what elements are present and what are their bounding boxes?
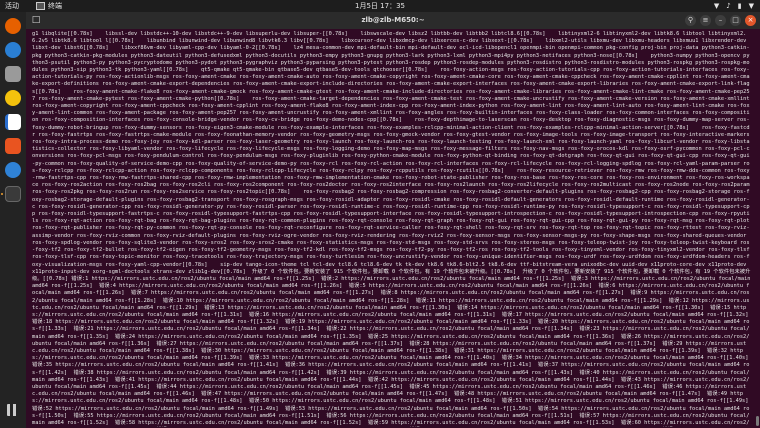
app-grid-icon[interactable] bbox=[7, 404, 19, 416]
software-icon[interactable] bbox=[5, 138, 21, 154]
power-icon: ▼ bbox=[748, 2, 754, 10]
top-bar: 活动 终端 1月5日 17：35 ▼ ♪ ▮ ▼ bbox=[0, 0, 760, 12]
thunderbird-icon[interactable] bbox=[5, 42, 21, 58]
minimize-icon[interactable]: – bbox=[715, 15, 726, 26]
dock bbox=[0, 12, 26, 428]
menu-icon[interactable]: ≡ bbox=[700, 15, 711, 26]
app-menu-label: 终端 bbox=[48, 2, 62, 10]
search-icon[interactable]: ⚲ bbox=[685, 15, 696, 26]
help-icon[interactable] bbox=[5, 162, 21, 178]
firefox-icon[interactable] bbox=[5, 18, 21, 34]
terminal-window: □ zlb@zlb-M650:~ ⚲ ≡ – □ × g1 libqlite[[… bbox=[26, 12, 760, 428]
clock[interactable]: 1月5日 17：35 bbox=[355, 0, 405, 12]
terminal-app-icon bbox=[36, 2, 45, 10]
writer-icon[interactable] bbox=[5, 114, 21, 130]
system-tray[interactable]: ▼ ♪ ▮ ▼ bbox=[714, 0, 754, 12]
app-menu[interactable]: 终端 bbox=[36, 0, 62, 12]
files-icon[interactable] bbox=[5, 66, 21, 82]
battery-icon: ▮ bbox=[737, 2, 742, 10]
scrollbar[interactable] bbox=[755, 31, 759, 428]
terminal-output[interactable]: g1 libqlite[[0.78s] libssl-dev libstdc++… bbox=[32, 31, 752, 427]
scrollbar-thumb[interactable] bbox=[756, 416, 759, 426]
maximize-icon[interactable]: □ bbox=[730, 15, 741, 26]
volume-icon: ♪ bbox=[726, 2, 731, 10]
rhythmbox-icon[interactable] bbox=[5, 90, 21, 106]
network-icon: ▼ bbox=[713, 2, 720, 10]
terminal-running-indicator bbox=[1, 193, 3, 195]
activities-button[interactable]: 活动 bbox=[5, 0, 19, 12]
new-tab-icon[interactable]: □ bbox=[30, 15, 42, 26]
title-bar[interactable]: □ zlb@zlb-M650:~ ⚲ ≡ – □ × bbox=[26, 12, 760, 29]
close-icon[interactable]: × bbox=[745, 15, 756, 26]
window-title: zlb@zlb-M650:~ bbox=[361, 16, 425, 24]
terminal-icon[interactable] bbox=[5, 186, 21, 202]
